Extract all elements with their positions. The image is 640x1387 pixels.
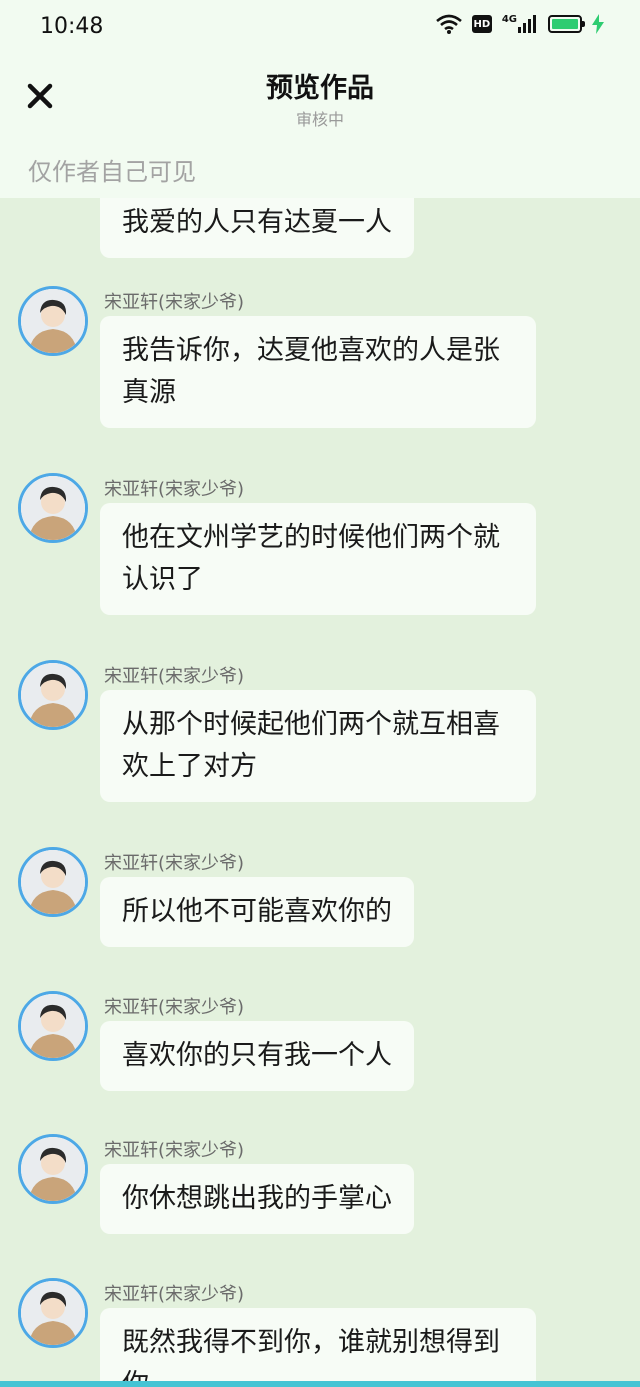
hd-badge: HD	[471, 15, 492, 33]
status-bar: 10:48 HD 4G	[0, 0, 640, 56]
message-bubble: 所以他不可能喜欢你的	[100, 877, 414, 947]
avatar-portrait-icon	[21, 289, 85, 353]
avatar[interactable]	[18, 660, 88, 730]
avatar[interactable]	[18, 473, 88, 543]
sender-name: 宋亚轩(宋家少爷)	[104, 1284, 245, 1305]
avatar[interactable]	[18, 1278, 88, 1348]
avatar-portrait-icon	[21, 850, 85, 914]
avatar[interactable]	[18, 286, 88, 356]
wifi-icon	[435, 14, 462, 34]
message-bubble: 喜欢你的只有我一个人	[100, 1021, 414, 1091]
battery-level	[552, 19, 578, 29]
message-bubble: 他在文州学艺的时候他们两个就认识了	[100, 503, 536, 615]
sender-name: 宋亚轩(宋家少爷)	[104, 292, 245, 313]
avatar[interactable]	[18, 1134, 88, 1204]
avatar[interactable]	[18, 847, 88, 917]
signal-group: 4G	[502, 15, 538, 33]
message-bubble: 既然我得不到你，谁就别想得到你	[100, 1308, 536, 1387]
message-bubble: 我告诉你，达夏他喜欢的人是张真源	[100, 316, 536, 428]
status-icons: HD 4G	[435, 14, 604, 34]
avatar-portrait-icon	[21, 994, 85, 1058]
sender-name: 宋亚轩(宋家少爷)	[104, 479, 245, 500]
message-bubble: 你休想跳出我的手掌心	[100, 1164, 414, 1234]
sender-name: 宋亚轩(宋家少爷)	[104, 1140, 245, 1161]
avatar-portrait-icon	[21, 1137, 85, 1201]
avatar-portrait-icon	[21, 663, 85, 727]
bottom-accent-bar	[0, 1381, 640, 1387]
page-title: 预览作品	[266, 73, 374, 104]
message-bubble: 我爱的人只有达夏一人	[100, 198, 414, 258]
visibility-notice: 仅作者自己可见	[28, 158, 196, 186]
sender-name: 宋亚轩(宋家少爷)	[104, 853, 245, 874]
review-status: 审核中	[295, 110, 344, 129]
charging-bolt-icon	[592, 14, 604, 34]
chat-list[interactable]: 我爱的人只有达夏一人 宋亚轩(宋家少爷) 我告诉你，达夏他喜欢的人是张真源 宋亚…	[0, 198, 640, 1387]
battery-icon	[548, 15, 585, 33]
sender-name: 宋亚轩(宋家少爷)	[104, 997, 245, 1018]
message-bubble: 从那个时候起他们两个就互相喜欢上了对方	[100, 690, 536, 802]
network-type-label: 4G	[501, 14, 517, 25]
signal-icon	[518, 15, 536, 33]
avatar-portrait-icon	[21, 1281, 85, 1345]
status-time: 10:48	[40, 14, 104, 39]
header: 10:48 HD 4G 预览作品 审核中 仅作者自己可见	[0, 0, 640, 198]
avatar-portrait-icon	[21, 476, 85, 540]
sender-name: 宋亚轩(宋家少爷)	[104, 666, 245, 687]
avatar[interactable]	[18, 991, 88, 1061]
